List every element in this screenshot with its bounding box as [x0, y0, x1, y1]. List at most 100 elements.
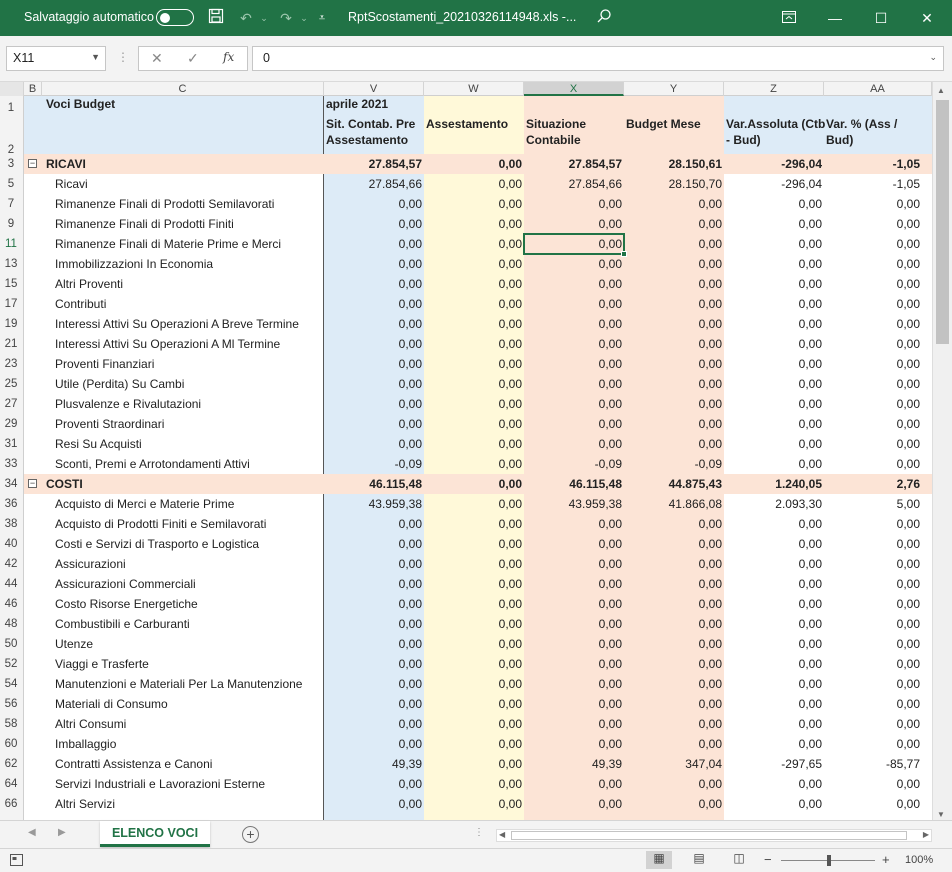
vertical-scrollbar[interactable]: ▲ ▼: [932, 82, 952, 822]
cell-v[interactable]: 0,00: [324, 294, 424, 314]
cell-z[interactable]: 0,00: [724, 534, 824, 554]
row-header[interactable]: 48: [0, 618, 22, 634]
cell-y[interactable]: 0,00: [624, 614, 724, 634]
row-header[interactable]: 15: [0, 278, 22, 294]
cell-z[interactable]: 0,00: [724, 794, 824, 814]
cell-z[interactable]: 0,00: [724, 334, 824, 354]
cell-x[interactable]: 27.854,57: [524, 154, 624, 174]
cell-v[interactable]: 0,00: [324, 514, 424, 534]
row-label[interactable]: Rimanenze Finali di Materie Prime e Merc…: [55, 234, 323, 254]
row-label[interactable]: Rimanenze Finali di Prodotti Semilavorat…: [55, 194, 323, 214]
redo-icon[interactable]: ↷: [276, 8, 296, 28]
cell-z[interactable]: 0,00: [724, 654, 824, 674]
undo-icon[interactable]: ↶: [236, 8, 256, 28]
cell-x[interactable]: 0,00: [524, 514, 624, 534]
cell-aa[interactable]: 0,00: [824, 434, 922, 454]
cell-y[interactable]: 0,00: [624, 394, 724, 414]
cell-w[interactable]: 0,00: [424, 454, 524, 474]
cell-aa[interactable]: 5,00: [824, 494, 922, 514]
more-options-icon[interactable]: ⋮: [117, 50, 129, 64]
page-break-preview-icon[interactable]: ◫: [726, 851, 752, 869]
cell-v[interactable]: 0,00: [324, 194, 424, 214]
cell-x[interactable]: 0,00: [524, 574, 624, 594]
cell-aa[interactable]: 0,00: [824, 254, 922, 274]
cell-z[interactable]: -297,65: [724, 754, 824, 774]
horizontal-scroll-thumb[interactable]: [511, 831, 907, 840]
cell-z[interactable]: 0,00: [724, 214, 824, 234]
cell-aa[interactable]: -1,05: [824, 174, 922, 194]
cell-y[interactable]: 0,00: [624, 634, 724, 654]
row-header-1[interactable]: 1: [0, 102, 22, 114]
cell-aa[interactable]: 0,00: [824, 394, 922, 414]
row-label[interactable]: Proventi Finanziari: [55, 354, 323, 374]
row-header[interactable]: 11: [0, 238, 22, 254]
macro-record-icon[interactable]: [10, 854, 23, 869]
ribbon-display-icon[interactable]: [766, 0, 812, 36]
collapse-group-icon[interactable]: −: [28, 159, 37, 168]
cell-z[interactable]: 0,00: [724, 594, 824, 614]
cell-z[interactable]: 0,00: [724, 194, 824, 214]
cell-y[interactable]: 41.866,08: [624, 494, 724, 514]
cell-y[interactable]: 0,00: [624, 794, 724, 814]
row-label[interactable]: Contributi: [55, 294, 323, 314]
row-header[interactable]: 66: [0, 798, 22, 814]
cell-aa[interactable]: 0,00: [824, 374, 922, 394]
row-label[interactable]: Interessi Attivi Su Operazioni A Breve T…: [55, 314, 323, 334]
row-header[interactable]: 19: [0, 318, 22, 334]
tab-next-icon[interactable]: ▶: [58, 827, 66, 838]
cell-x[interactable]: 0,00: [524, 414, 624, 434]
cell-v[interactable]: 0,00: [324, 634, 424, 654]
cell-z[interactable]: 0,00: [724, 774, 824, 794]
cell-w[interactable]: 0,00: [424, 194, 524, 214]
cell-v[interactable]: 0,00: [324, 594, 424, 614]
cell-v[interactable]: 0,00: [324, 234, 424, 254]
zoom-level[interactable]: 100%: [905, 854, 933, 866]
cell-z[interactable]: 0,00: [724, 414, 824, 434]
cell-x[interactable]: 0,00: [524, 774, 624, 794]
cell-x[interactable]: 0,00: [524, 194, 624, 214]
row-label[interactable]: Utenze: [55, 634, 323, 654]
cell-x[interactable]: 0,00: [524, 314, 624, 334]
row-header[interactable]: 17: [0, 298, 22, 314]
cell-w[interactable]: 0,00: [424, 354, 524, 374]
row-header[interactable]: 56: [0, 698, 22, 714]
scroll-down-icon[interactable]: ▼: [937, 810, 945, 819]
row-header[interactable]: 52: [0, 658, 22, 674]
cell-v[interactable]: 0,00: [324, 394, 424, 414]
cell-x[interactable]: 0,00: [524, 674, 624, 694]
row-header[interactable]: 58: [0, 718, 22, 734]
row-label[interactable]: Assicurazioni: [55, 554, 323, 574]
column-header-w[interactable]: W: [424, 82, 524, 96]
cell-z[interactable]: 0,00: [724, 514, 824, 534]
cell-x[interactable]: 0,00: [524, 274, 624, 294]
cell-y[interactable]: 0,00: [624, 654, 724, 674]
column-header-aa[interactable]: AA: [824, 82, 932, 96]
zoom-slider-thumb[interactable]: [827, 855, 831, 866]
cell-z[interactable]: 0,00: [724, 254, 824, 274]
cell-x[interactable]: 46.115,48: [524, 474, 624, 494]
cell-aa[interactable]: 0,00: [824, 634, 922, 654]
cell-w[interactable]: 0,00: [424, 734, 524, 754]
cell-x[interactable]: 43.959,38: [524, 494, 624, 514]
row-label[interactable]: Utile (Perdita) Su Cambi: [55, 374, 323, 394]
row-label[interactable]: Plusvalenze e Rivalutazioni: [55, 394, 323, 414]
row-header[interactable]: 62: [0, 758, 22, 774]
cell-y[interactable]: 0,00: [624, 674, 724, 694]
cell-z[interactable]: 0,00: [724, 234, 824, 254]
cell-w[interactable]: 0,00: [424, 594, 524, 614]
column-header-z[interactable]: Z: [724, 82, 824, 96]
column-header-y[interactable]: Y: [624, 82, 724, 96]
cell-x[interactable]: 0,00: [524, 434, 624, 454]
cell-aa[interactable]: 0,00: [824, 334, 922, 354]
cell-v[interactable]: 0,00: [324, 794, 424, 814]
cell-aa[interactable]: 0,00: [824, 354, 922, 374]
row-label[interactable]: Immobilizzazioni In Economia: [55, 254, 323, 274]
row-header[interactable]: 29: [0, 418, 22, 434]
column-header-b[interactable]: B: [24, 82, 42, 96]
cell-aa[interactable]: 0,00: [824, 794, 922, 814]
cell-x[interactable]: 0,00: [524, 374, 624, 394]
cell-z[interactable]: 0,00: [724, 374, 824, 394]
cell-z[interactable]: 0,00: [724, 734, 824, 754]
cell-v[interactable]: 0,00: [324, 274, 424, 294]
cell-w[interactable]: 0,00: [424, 754, 524, 774]
